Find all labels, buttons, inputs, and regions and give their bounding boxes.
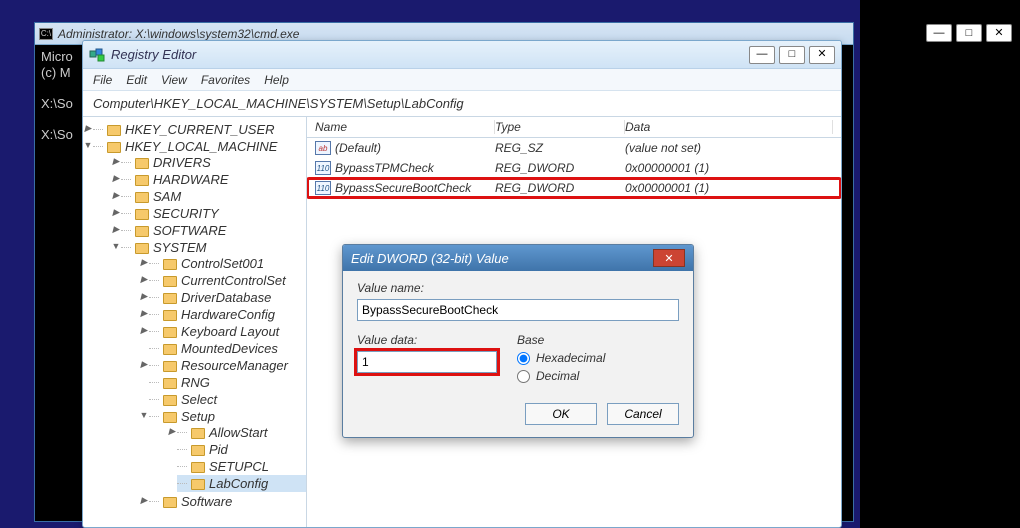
tree-sam[interactable]: ▶SAM: [121, 188, 306, 205]
col-name[interactable]: Name: [315, 120, 495, 134]
tree-hardware[interactable]: ▶HARDWARE: [121, 171, 306, 188]
cancel-button[interactable]: Cancel: [607, 403, 679, 425]
outer-window-controls: — □ ✕: [926, 24, 1012, 42]
regedit-maximize-button[interactable]: □: [779, 46, 805, 64]
menu-edit[interactable]: Edit: [126, 73, 147, 87]
regedit-titlebar[interactable]: Registry Editor — □ ✕: [83, 41, 841, 69]
cmd-icon: C:\: [39, 28, 53, 40]
tree-security[interactable]: ▶SECURITY: [121, 205, 306, 222]
desktop-black-area: [860, 0, 1020, 528]
values-header: Name Type Data: [307, 117, 841, 138]
regedit-title-text: Registry Editor: [111, 47, 749, 62]
ok-button[interactable]: OK: [525, 403, 597, 425]
base-hex-option[interactable]: Hexadecimal: [517, 351, 679, 365]
regedit-minimize-button[interactable]: —: [749, 46, 775, 64]
base-group-label: Base: [517, 333, 679, 347]
dword-icon: 110: [315, 181, 331, 195]
dialog-close-button[interactable]: ✕: [653, 249, 685, 267]
tree-keyboardlayout[interactable]: ▶Keyboard Layout: [149, 323, 306, 340]
menu-favorites[interactable]: Favorites: [201, 73, 250, 87]
tree-setup[interactable]: ▼Setup ▶AllowStart Pid SETUPCL LabConfig: [149, 408, 306, 493]
value-data-input[interactable]: [357, 351, 497, 373]
value-name-input[interactable]: [357, 299, 679, 321]
dialog-title-text: Edit DWORD (32-bit) Value: [351, 251, 509, 266]
regedit-tree[interactable]: ▶HKEY_CURRENT_USER ▼HKEY_LOCAL_MACHINE ▶…: [83, 117, 307, 527]
value-row-bypasstpm[interactable]: 110BypassTPMCheck REG_DWORD 0x00000001 (…: [307, 158, 841, 178]
edit-dword-dialog: Edit DWORD (32-bit) Value ✕ Value name: …: [342, 244, 694, 438]
regedit-menubar: File Edit View Favorites Help: [83, 69, 841, 91]
outer-minimize-button[interactable]: —: [926, 24, 952, 42]
tree-software-hive[interactable]: ▶SOFTWARE: [121, 222, 306, 239]
tree-select[interactable]: Select: [149, 391, 306, 408]
tree-allowstart[interactable]: ▶AllowStart: [177, 424, 306, 441]
value-name-label: Value name:: [357, 281, 679, 295]
cmd-title-text: Administrator: X:\windows\system32\cmd.e…: [58, 27, 299, 41]
tree-system[interactable]: ▼SYSTEM ▶ControlSet001 ▶CurrentControlSe…: [121, 239, 306, 511]
tree-mounteddevices[interactable]: MountedDevices: [149, 340, 306, 357]
dword-icon: 110: [315, 161, 331, 175]
regedit-close-button[interactable]: ✕: [809, 46, 835, 64]
tree-setupcl[interactable]: SETUPCL: [177, 458, 306, 475]
regedit-address-text: Computer\HKEY_LOCAL_MACHINE\SYSTEM\Setup…: [93, 96, 464, 111]
col-data[interactable]: Data: [625, 120, 833, 134]
col-type[interactable]: Type: [495, 120, 625, 134]
base-dec-option[interactable]: Decimal: [517, 369, 679, 383]
base-dec-radio[interactable]: [517, 370, 530, 383]
tree-currentcontrolset[interactable]: ▶CurrentControlSet: [149, 272, 306, 289]
tree-controlset001[interactable]: ▶ControlSet001: [149, 255, 306, 272]
outer-close-button[interactable]: ✕: [986, 24, 1012, 42]
regedit-icon: [89, 47, 105, 63]
base-hex-radio[interactable]: [517, 352, 530, 365]
tree-driverdatabase[interactable]: ▶DriverDatabase: [149, 289, 306, 306]
tree-hkcu[interactable]: ▶HKEY_CURRENT_USER: [93, 121, 306, 138]
tree-pid[interactable]: Pid: [177, 441, 306, 458]
tree-drivers[interactable]: ▶DRIVERS: [121, 154, 306, 171]
value-row-bypasssecureboot[interactable]: 110BypassSecureBootCheck REG_DWORD 0x000…: [307, 178, 841, 198]
menu-view[interactable]: View: [161, 73, 187, 87]
regedit-addressbar[interactable]: Computer\HKEY_LOCAL_MACHINE\SYSTEM\Setup…: [83, 91, 841, 117]
outer-maximize-button[interactable]: □: [956, 24, 982, 42]
tree-resourcemanager[interactable]: ▶ResourceManager: [149, 357, 306, 374]
dialog-titlebar[interactable]: Edit DWORD (32-bit) Value ✕: [343, 245, 693, 271]
tree-hardwareconfig[interactable]: ▶HardwareConfig: [149, 306, 306, 323]
tree-software[interactable]: ▶Software: [149, 493, 306, 510]
tree-rng[interactable]: RNG: [149, 374, 306, 391]
tree-hklm[interactable]: ▼HKEY_LOCAL_MACHINE ▶DRIVERS ▶HARDWARE ▶…: [93, 138, 306, 512]
string-icon: ab: [315, 141, 331, 155]
menu-file[interactable]: File: [93, 73, 112, 87]
value-row-default[interactable]: ab(Default) REG_SZ (value not set): [307, 138, 841, 158]
value-data-label: Value data:: [357, 333, 497, 347]
tree-labconfig[interactable]: LabConfig: [177, 475, 306, 492]
menu-help[interactable]: Help: [264, 73, 289, 87]
